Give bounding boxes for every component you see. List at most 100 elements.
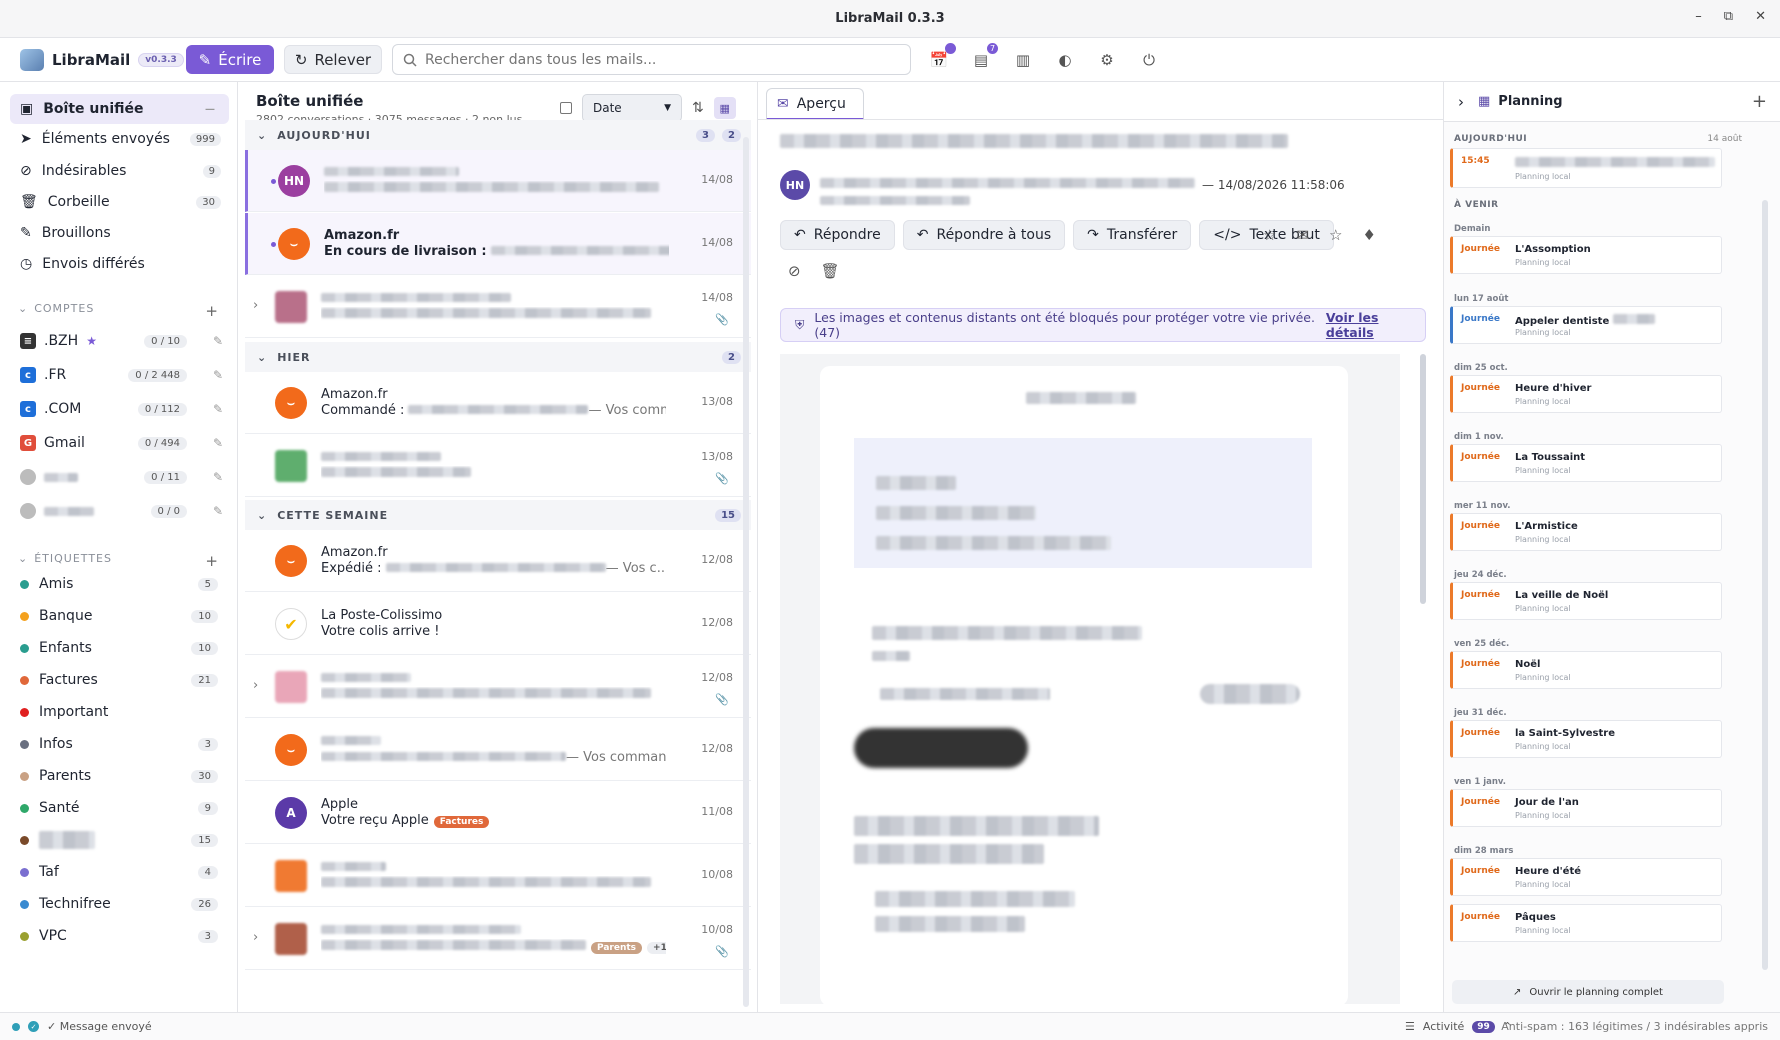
event-item[interactable]: Journée la Saint-Sylvestre Planning local bbox=[1450, 720, 1722, 758]
activity-button[interactable]: ☰ Activité 99 ⌃ bbox=[1405, 1020, 1512, 1033]
table-row[interactable]: 10/08 bbox=[245, 845, 751, 907]
fetch-button[interactable]: ↻ Relever bbox=[284, 45, 382, 74]
event-item[interactable]: Journée Heure d'hiver Planning local bbox=[1450, 375, 1722, 413]
label-item[interactable]: 15 bbox=[20, 827, 220, 853]
add-account-icon[interactable]: + bbox=[205, 302, 218, 320]
event-item[interactable]: Journée L'Assomption Planning local bbox=[1450, 236, 1722, 274]
group-header-today[interactable]: ⌄ AUJOURD'HUI 3 2 bbox=[245, 120, 751, 150]
table-row[interactable]: ⌣ Amazon.fr En cours de livraison : 14/0… bbox=[245, 213, 751, 275]
table-row[interactable]: › 12/08 📎 bbox=[245, 656, 751, 718]
event-item[interactable]: Journée Heure d'été Planning local bbox=[1450, 858, 1722, 896]
event-item[interactable]: Journée Pâques Planning local bbox=[1450, 904, 1722, 942]
envelope-icon[interactable]: ✉ bbox=[1296, 226, 1309, 244]
sidebar-item-spam[interactable]: ⊘ Indésirables 9 bbox=[10, 156, 229, 186]
add-event-icon[interactable]: + bbox=[1752, 91, 1767, 112]
table-row[interactable]: › Parents +1 10/08 📎 bbox=[245, 908, 751, 970]
sidebar-item-trash[interactable]: 🗑 Corbeille 30 bbox=[10, 187, 229, 217]
open-full-planning-button[interactable]: ↗ Ouvrir le planning complet bbox=[1452, 980, 1724, 1004]
table-row[interactable]: ✔ La Poste-Colissimo Votre colis arrive … bbox=[245, 593, 751, 655]
table-row[interactable]: ⌣ Amazon.fr Expédié : — Vos c... 12/08 bbox=[245, 530, 751, 592]
account-item[interactable]: G Gmail 0 / 494 ✎ bbox=[20, 430, 225, 456]
block-icon[interactable]: ⊘ bbox=[788, 262, 801, 280]
minimize-icon[interactable]: – bbox=[1695, 9, 1702, 24]
calendar-view-icon[interactable]: ▦ bbox=[713, 97, 736, 119]
star-icon[interactable]: ☆ bbox=[1329, 226, 1342, 244]
event-item[interactable]: Journée La veille de Noël Planning local bbox=[1450, 582, 1722, 620]
privacy-details-link[interactable]: Voir les détails bbox=[1326, 310, 1425, 340]
edit-icon[interactable]: ✎ bbox=[213, 368, 223, 382]
account-item[interactable]: ≡ .BZH ★ 0 / 10 ✎ bbox=[20, 328, 225, 354]
account-item[interactable]: c .FR 0 / 2 448 ✎ bbox=[20, 362, 225, 388]
label-item[interactable]: Infos 3 bbox=[20, 731, 220, 757]
event-item[interactable]: Journée Noël Planning local bbox=[1450, 651, 1722, 689]
reply-all-button[interactable]: ↶ Répondre à tous bbox=[902, 220, 1066, 250]
calendar-icon[interactable]: 📅 bbox=[928, 43, 956, 71]
label-item[interactable]: Technifree 26 bbox=[20, 891, 220, 917]
table-row[interactable]: 13/08 📎 bbox=[245, 435, 751, 497]
event-item[interactable]: Journée La Toussaint Planning local bbox=[1450, 444, 1722, 482]
add-contact-icon[interactable]: ☆ bbox=[1263, 226, 1276, 244]
table-row[interactable]: A Apple Votre reçu Apple Factures 11/08 bbox=[245, 782, 751, 844]
chevron-right-icon[interactable]: › bbox=[253, 930, 258, 945]
chevron-right-icon[interactable]: › bbox=[1458, 93, 1464, 111]
table-row[interactable]: ⌣ Amazon.fr Commandé : — Vos commande...… bbox=[245, 372, 751, 434]
chevron-right-icon[interactable]: › bbox=[253, 298, 258, 313]
tab-preview[interactable]: ✉ Aperçu bbox=[766, 88, 864, 120]
table-row[interactable]: ⌣ — Vos commandes ... 12/08 bbox=[245, 719, 751, 781]
label-item[interactable]: Enfants 10 bbox=[20, 635, 220, 661]
table-row[interactable]: › 14/08 📎 bbox=[245, 276, 751, 338]
search-input[interactable] bbox=[425, 51, 895, 68]
account-item[interactable]: 0 / 11 ✎ bbox=[20, 464, 225, 490]
maximize-icon[interactable]: ⧉ bbox=[1724, 9, 1733, 24]
accounts-section-header[interactable]: ⌄ COMPTES + bbox=[18, 302, 218, 320]
write-button[interactable]: ✎ Écrire bbox=[186, 45, 274, 74]
delete-icon[interactable]: 🗑 bbox=[821, 262, 840, 280]
edit-icon[interactable]: ✎ bbox=[213, 436, 223, 450]
reply-button[interactable]: ↶ Répondre bbox=[780, 220, 895, 250]
edit-icon[interactable]: ✎ bbox=[213, 334, 223, 348]
power-icon[interactable]: ⏻ bbox=[1138, 49, 1160, 71]
chevron-right-icon[interactable]: › bbox=[253, 678, 258, 693]
tasks-icon[interactable]: ▤ 7 bbox=[970, 43, 998, 71]
sidebar-item-scheduled[interactable]: ◷ Envois différés bbox=[10, 249, 229, 279]
edit-icon[interactable]: ✎ bbox=[213, 402, 223, 416]
table-row[interactable]: HN 14/08 bbox=[245, 150, 751, 212]
sidebar-item-sent[interactable]: ➤ Éléments envoyés 999 bbox=[10, 124, 229, 154]
list-scrollbar[interactable] bbox=[743, 137, 749, 1007]
preview-scrollbar[interactable] bbox=[1420, 354, 1426, 604]
sidebar-item-drafts[interactable]: ✎ Brouillons bbox=[10, 218, 229, 248]
settings-gear-icon[interactable]: ⚙ bbox=[1096, 49, 1118, 71]
search-box[interactable] bbox=[392, 44, 911, 75]
sidebar-item-unified-inbox[interactable]: ▣ Boîte unifiée — bbox=[10, 94, 229, 124]
account-item[interactable]: c .COM 0 / 112 ✎ bbox=[20, 396, 225, 422]
label-item[interactable]: Banque 10 bbox=[20, 603, 220, 629]
stats-icon[interactable]: ▥ bbox=[1012, 49, 1034, 71]
event-item[interactable]: Journée L'Armistice Planning local bbox=[1450, 513, 1722, 551]
event-item[interactable]: Journée Appeler dentiste Planning local bbox=[1450, 306, 1722, 344]
label-item[interactable]: Amis 5 bbox=[20, 571, 220, 597]
label-item[interactable]: Parents 30 bbox=[20, 763, 220, 789]
planning-scrollbar[interactable] bbox=[1762, 200, 1768, 970]
theme-icon[interactable]: ◐ bbox=[1054, 49, 1076, 71]
label-item[interactable]: Important bbox=[20, 699, 220, 725]
event-item[interactable]: 15:45 Planning local bbox=[1450, 148, 1722, 188]
group-header-this-week[interactable]: ⌄ CETTE SEMAINE 15 bbox=[245, 500, 751, 530]
sort-select[interactable]: Date ▼ bbox=[582, 94, 682, 122]
forward-button[interactable]: ↷ Transférer bbox=[1073, 220, 1192, 250]
account-item[interactable]: 0 / 0 ✎ bbox=[20, 498, 225, 524]
close-icon[interactable]: ✕ bbox=[1755, 9, 1766, 24]
select-all-checkbox[interactable] bbox=[560, 102, 572, 114]
label-item[interactable]: Factures 21 bbox=[20, 667, 220, 693]
event-item[interactable]: Journée Jour de l'an Planning local bbox=[1450, 789, 1722, 827]
edit-icon[interactable]: ✎ bbox=[213, 504, 223, 518]
labels-section-header[interactable]: ⌄ ÉTIQUETTES + bbox=[18, 552, 218, 570]
label-item[interactable]: Santé 9 bbox=[20, 795, 220, 821]
label-item[interactable]: VPC 3 bbox=[20, 923, 220, 949]
label-item[interactable]: Taf 4 bbox=[20, 859, 220, 885]
edit-icon[interactable]: ✎ bbox=[213, 470, 223, 484]
group-header-yesterday[interactable]: ⌄ HIER 2 bbox=[245, 342, 751, 372]
add-label-icon[interactable]: + bbox=[205, 552, 218, 570]
tag-icon[interactable]: ♦ bbox=[1362, 226, 1375, 244]
event-day: ven 1 janv. bbox=[1454, 777, 1506, 787]
sort-order-icon[interactable]: ⇅ bbox=[692, 100, 704, 116]
